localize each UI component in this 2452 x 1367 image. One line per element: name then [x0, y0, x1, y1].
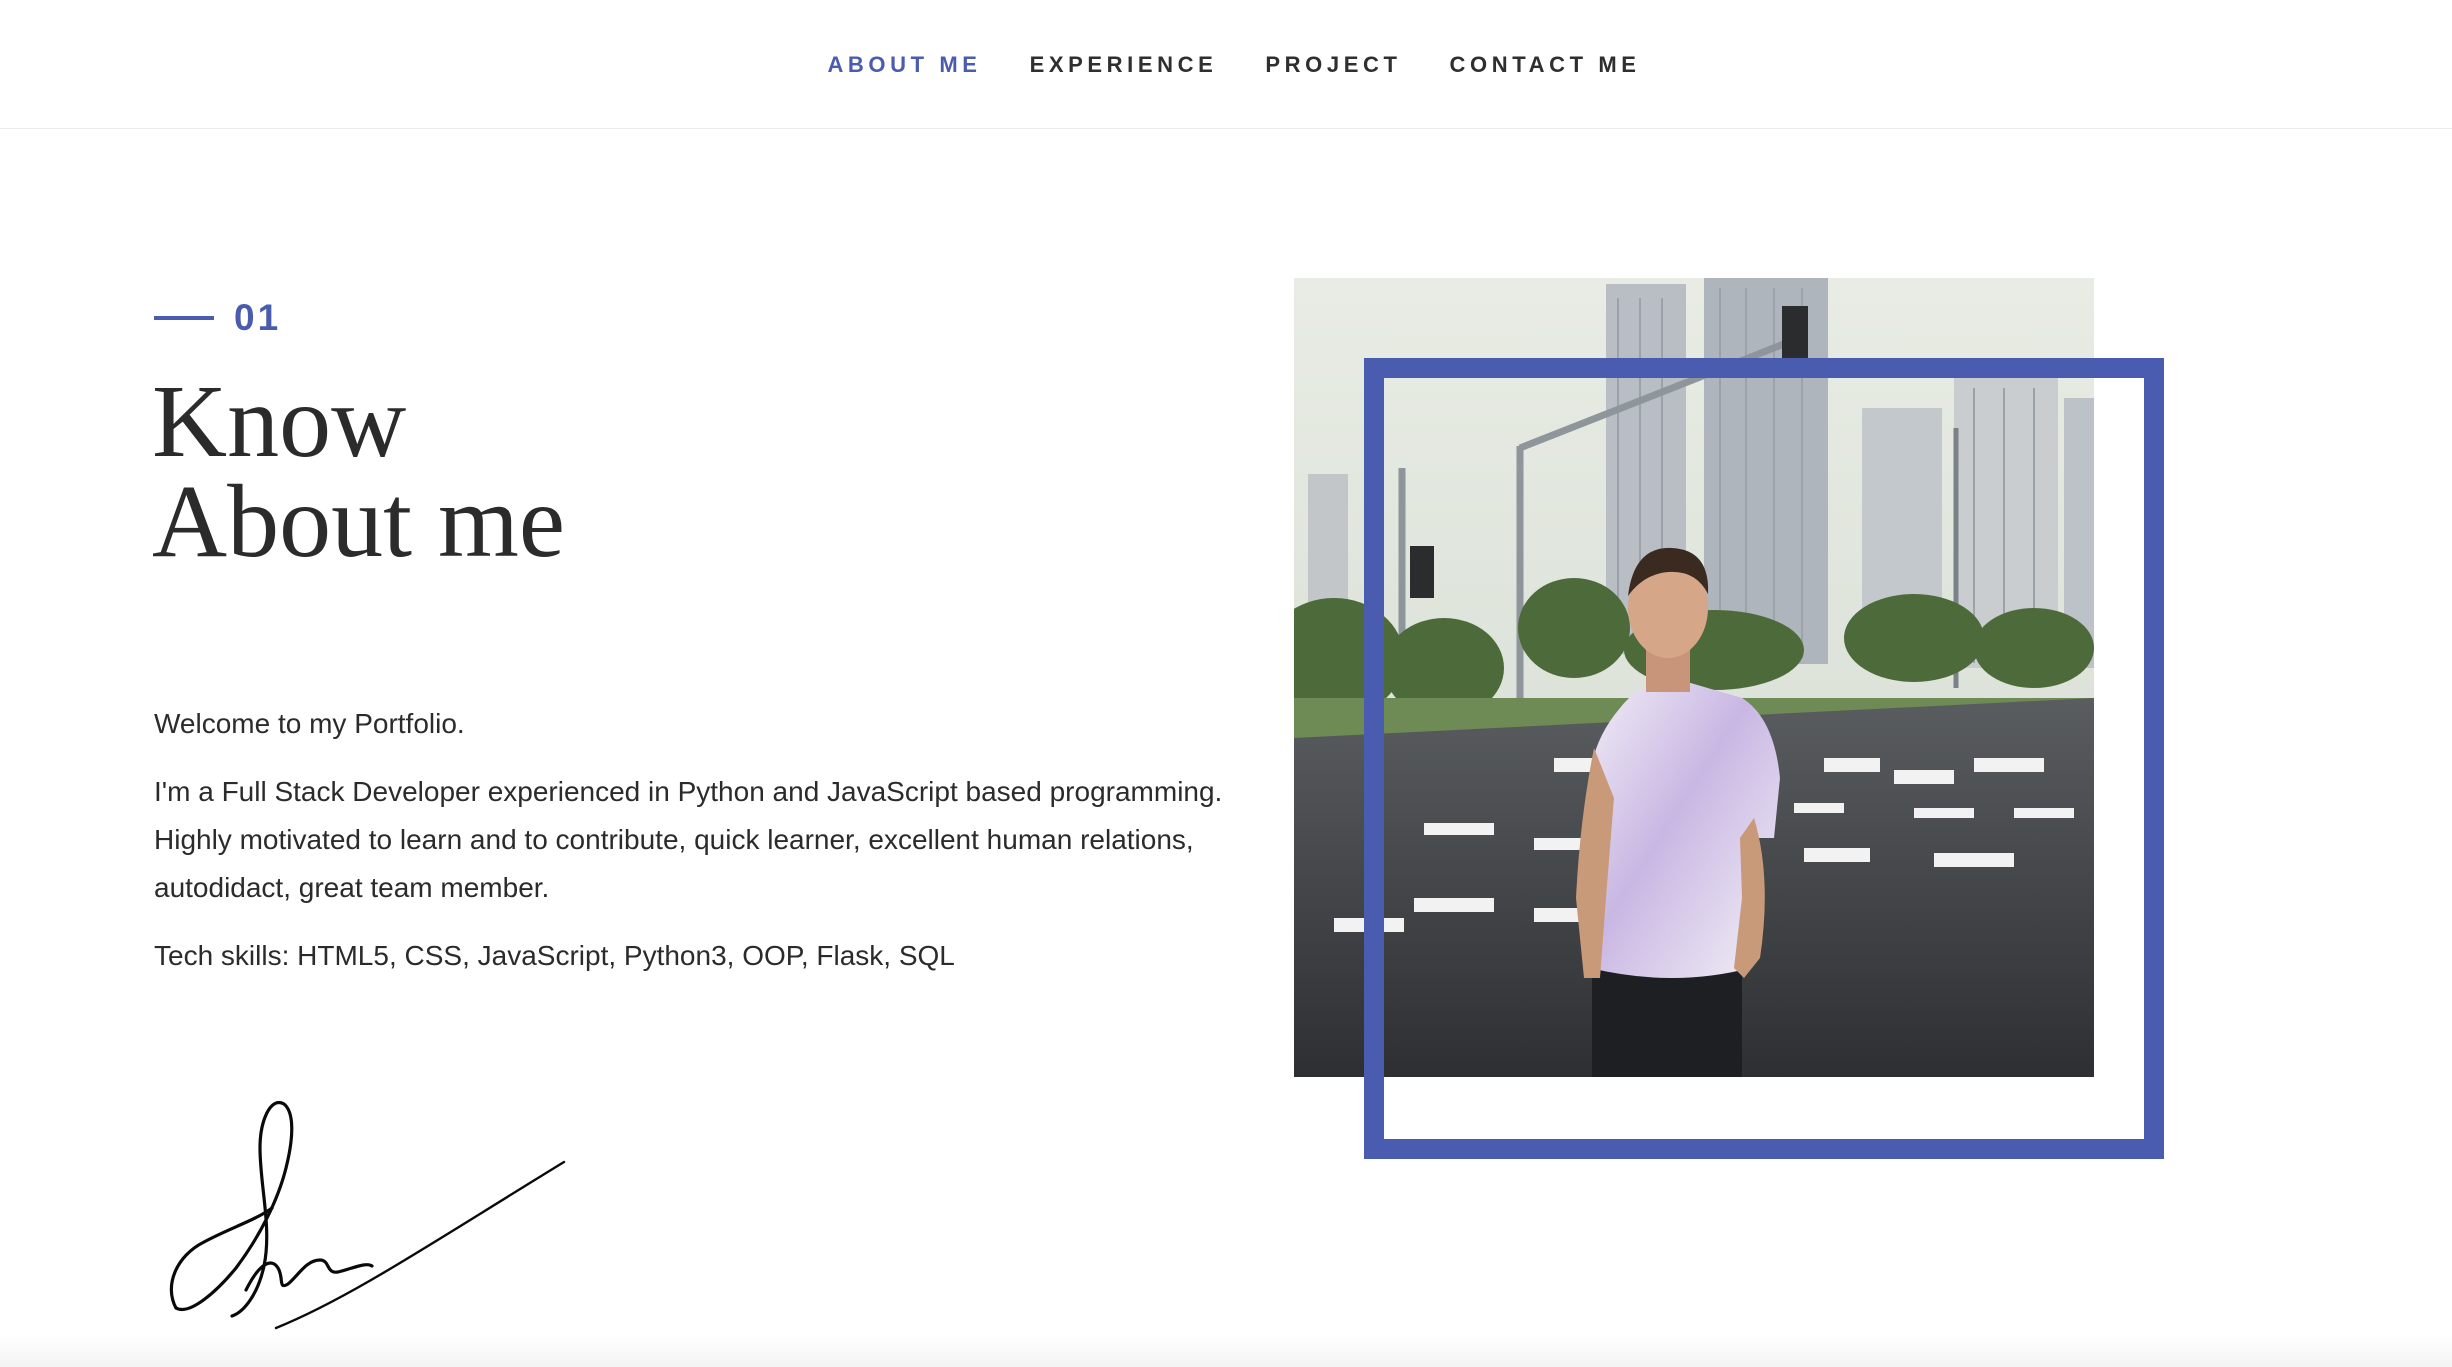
- profile-photo-image: [1294, 278, 2094, 1077]
- section-number: 01: [154, 296, 281, 340]
- nav-link-project[interactable]: PROJECT: [1265, 52, 1401, 77]
- section-number-line: [154, 316, 214, 320]
- nav-item-experience: EXPERIENCE: [1030, 52, 1218, 78]
- nav-item-about: ABOUT ME: [827, 52, 981, 78]
- bottom-fade: [0, 1335, 2452, 1367]
- page-title-line-2: About me: [152, 464, 566, 579]
- nav-item-project: PROJECT: [1265, 52, 1401, 78]
- bio-tech-skills: Tech skills: HTML5, CSS, JavaScript, Pyt…: [154, 940, 955, 971]
- nav-link-about-me[interactable]: ABOUT ME: [827, 52, 981, 77]
- nav-link-contact-me[interactable]: CONTACT ME: [1450, 52, 1641, 77]
- nav-menu: ABOUT ME EXPERIENCE PROJECT CONTACT ME: [0, 0, 2452, 129]
- top-navigation: ABOUT ME EXPERIENCE PROJECT CONTACT ME: [0, 0, 2452, 129]
- bio-summary: I'm a Full Stack Developer experienced i…: [154, 776, 1223, 903]
- page-title: Know About me: [152, 364, 952, 579]
- bio-welcome: Welcome to my Portfolio.: [154, 708, 465, 739]
- signature-icon: [169, 1100, 566, 1330]
- page-title-line-1: Know: [152, 364, 407, 479]
- nav-link-experience[interactable]: EXPERIENCE: [1030, 52, 1218, 77]
- profile-photo: [1294, 278, 2094, 1077]
- about-bio: Welcome to my Portfolio. I'm a Full Stac…: [154, 700, 1274, 1000]
- section-number-text: 01: [234, 297, 282, 338]
- nav-item-contact: CONTACT ME: [1450, 52, 1641, 78]
